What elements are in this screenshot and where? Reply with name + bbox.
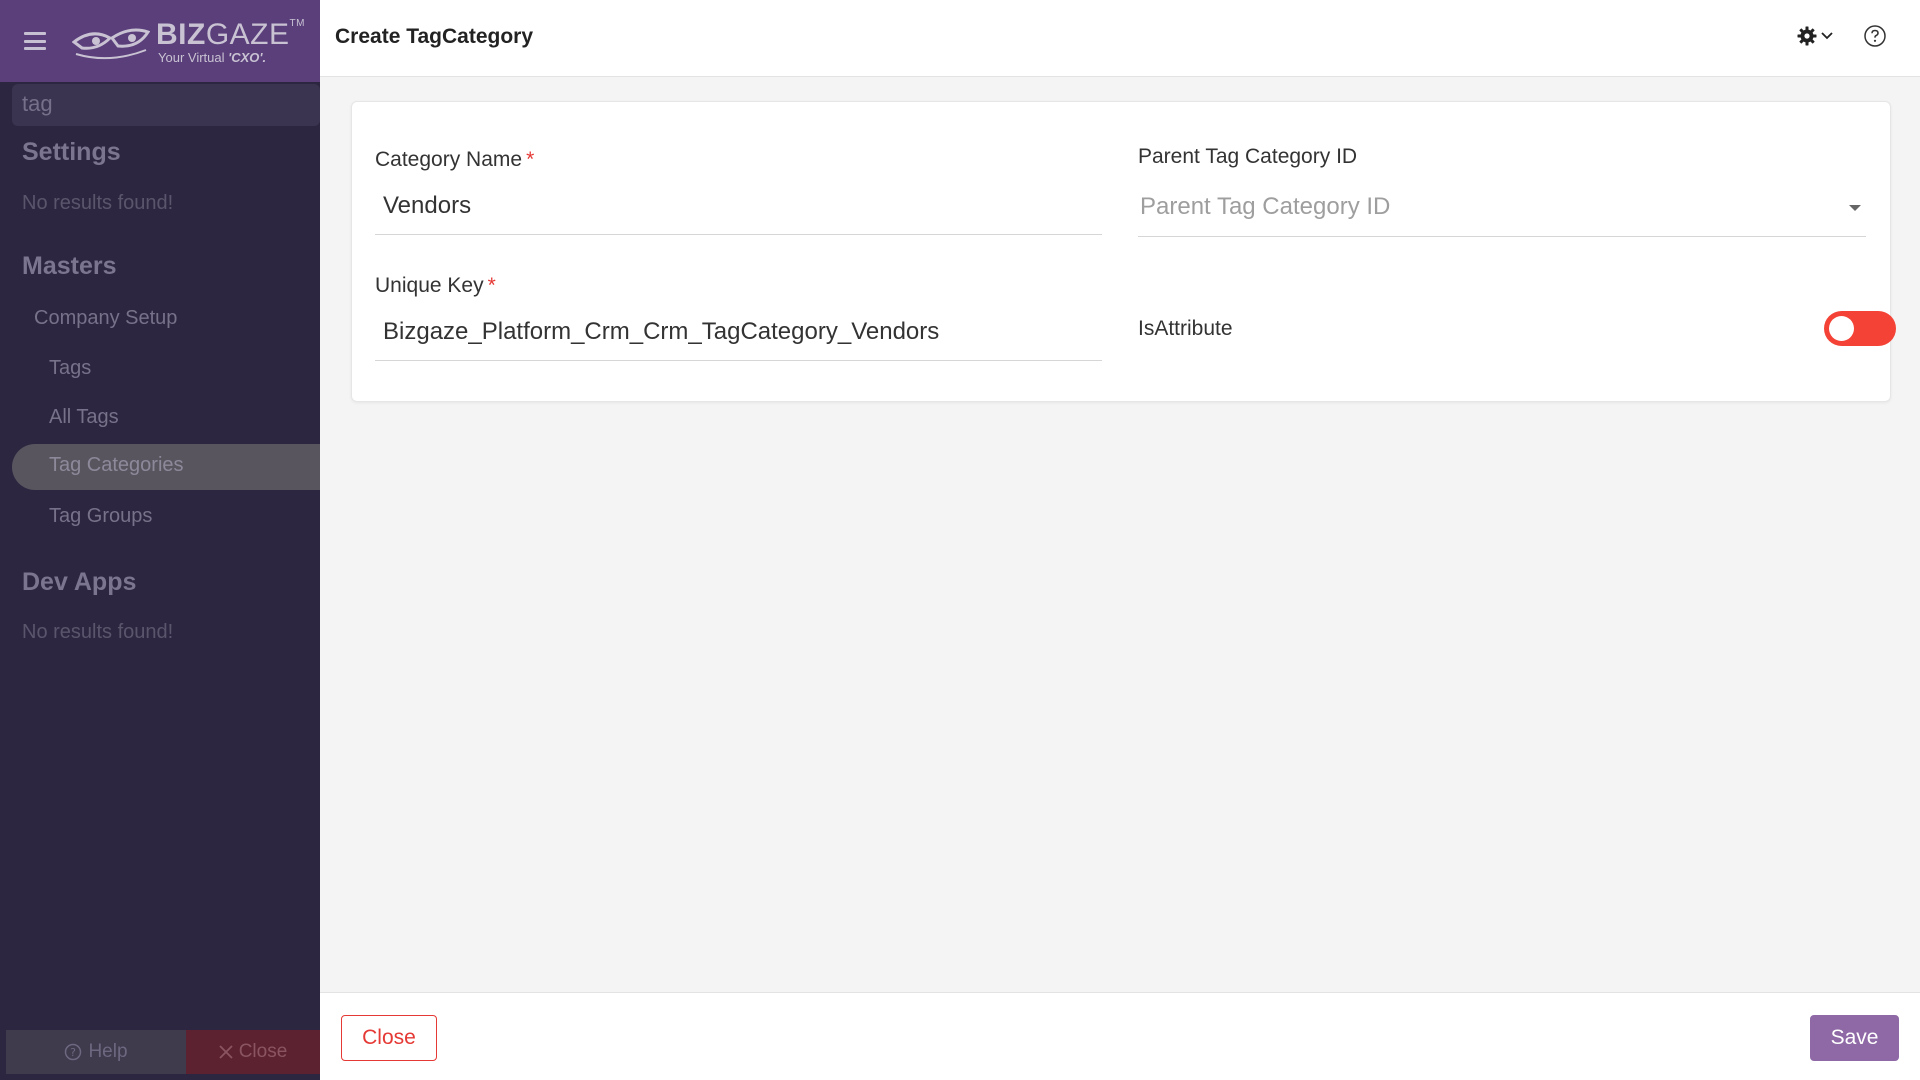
svg-text:?: ? (71, 1046, 77, 1059)
sidebar-close-button[interactable]: Close (186, 1030, 320, 1074)
toggle-knob (1829, 316, 1854, 341)
close-button[interactable]: Close (341, 1015, 437, 1061)
sidebar-footer: ? Help Close (0, 1030, 320, 1080)
settings-no-results: No results found! (22, 192, 174, 214)
gear-icon (1797, 26, 1817, 46)
create-tagcategory-panel: Create TagCategory Category Name * Vendo… (320, 0, 1920, 1080)
unique-key-label: Unique Key * (375, 274, 496, 297)
required-asterisk: * (526, 148, 535, 171)
sidebar-item-company-setup[interactable]: Company Setup (34, 307, 177, 330)
hamburger-menu-icon[interactable] (24, 32, 46, 50)
bizgaze-logo[interactable]: BIZGAZETM Your Virtual 'CXO'. (72, 14, 304, 72)
sidebar-item-tag-categories[interactable]: Tag Categories (12, 444, 320, 490)
sidebar-item-all-tags[interactable]: All Tags (49, 406, 119, 429)
logo-eyes-icon (72, 28, 150, 60)
is-attribute-label: IsAttribute (1138, 317, 1233, 340)
logo-wordmark: BIZGAZETM (156, 18, 305, 51)
dropdown-arrow-icon[interactable] (1849, 205, 1861, 211)
sidebar-close-label: Close (238, 1041, 288, 1062)
close-x-icon (219, 1045, 233, 1059)
sidebar: BIZGAZETM Your Virtual 'CXO'. tag Settin… (0, 0, 320, 1080)
category-name-underline (375, 234, 1102, 235)
unique-key-underline (375, 360, 1102, 361)
parent-tag-category-underline (1138, 236, 1866, 237)
parent-tag-category-label: Parent Tag Category ID (1138, 145, 1358, 168)
panel-header: Create TagCategory (320, 0, 1920, 77)
parent-tag-category-select[interactable]: Parent Tag Category ID (1140, 193, 1390, 221)
settings-dropdown[interactable] (1797, 26, 1833, 46)
panel-footer: Close Save (320, 992, 1920, 1080)
section-title-dev-apps: Dev Apps (22, 568, 137, 596)
is-attribute-toggle[interactable] (1824, 311, 1896, 346)
unique-key-input[interactable]: Bizgaze_Platform_Crm_Crm_TagCategory_Ven… (383, 318, 939, 346)
save-button[interactable]: Save (1810, 1015, 1899, 1061)
sidebar-header: BIZGAZETM Your Virtual 'CXO'. (0, 0, 320, 82)
section-title-settings: Settings (22, 138, 121, 166)
chevron-down-icon (1821, 32, 1833, 40)
help-circle-icon: ? (65, 1043, 82, 1061)
logo-tagline: Your Virtual 'CXO'. (158, 50, 267, 65)
sidebar-help-label: Help (88, 1041, 128, 1062)
category-name-label: Category Name * (375, 148, 535, 171)
required-asterisk: * (487, 274, 496, 297)
sidebar-help-button[interactable]: ? Help (6, 1030, 186, 1074)
sidebar-item-tag-groups[interactable]: Tag Groups (49, 505, 152, 528)
sidebar-search-input[interactable]: tag (12, 84, 320, 126)
page-title: Create TagCategory (335, 25, 534, 48)
category-name-input[interactable]: Vendors (383, 192, 471, 220)
dev-apps-no-results: No results found! (22, 621, 174, 643)
help-icon[interactable] (1863, 24, 1887, 48)
sidebar-item-tags[interactable]: Tags (49, 357, 91, 380)
form-card: Category Name * Vendors Parent Tag Catego… (351, 101, 1896, 402)
section-title-masters: Masters (22, 252, 117, 280)
